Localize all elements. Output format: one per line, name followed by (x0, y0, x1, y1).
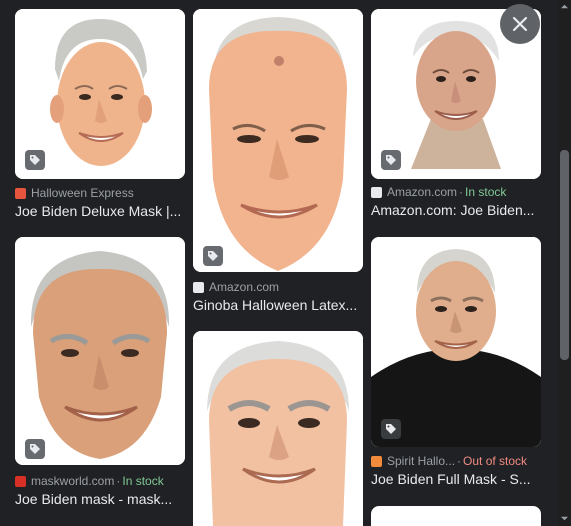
result-image-1[interactable] (15, 9, 185, 179)
stock-status: In stock (465, 185, 507, 199)
source-name: Amazon.com (209, 280, 280, 294)
separator: · (116, 474, 121, 488)
price-tag-icon (30, 444, 40, 454)
result-title-2[interactable]: Ginoba Halloween Latex... (193, 296, 363, 314)
result-source-4[interactable]: maskworld.com · In stock (15, 473, 164, 489)
separator: · (459, 185, 464, 199)
result-image-4[interactable] (15, 237, 185, 465)
result-source-6[interactable]: Spirit Hallo... · Out of stock (371, 453, 527, 469)
favicon-icon (371, 455, 382, 467)
result-image-5[interactable] (193, 331, 363, 526)
stock-status: Out of stock (463, 454, 528, 468)
mask-image-4 (15, 237, 185, 465)
scrollbar-thumb[interactable] (560, 150, 569, 360)
result-source-1[interactable]: Halloween Express (15, 185, 134, 201)
result-source-3[interactable]: Amazon.com · In stock (371, 184, 506, 200)
stock-status: In stock (122, 474, 164, 488)
close-icon (512, 16, 528, 32)
scroll-up-button[interactable] (560, 2, 569, 11)
result-title-4[interactable]: Joe Biden mask - mask... (15, 490, 185, 508)
price-tag-icon (30, 155, 40, 165)
result-title-6[interactable]: Joe Biden Full Mask - S... (371, 470, 541, 488)
source-name: maskworld.com (31, 474, 115, 488)
result-title-1[interactable]: Joe Biden Deluxe Mask |... (15, 202, 185, 220)
result-source-2[interactable]: Amazon.com (193, 279, 279, 295)
scroll-down-arrow-icon (561, 516, 568, 521)
mask-image-5 (193, 331, 363, 526)
price-tag-badge-4 (25, 439, 45, 459)
result-image-2[interactable] (193, 9, 363, 272)
source-name: Halloween Express (31, 186, 134, 200)
price-tag-icon (386, 424, 396, 434)
result-image-7-partial[interactable] (371, 506, 541, 526)
source-name: Amazon.com (387, 185, 458, 199)
favicon-icon (15, 187, 26, 199)
favicon-icon (371, 186, 382, 198)
source-name: Spirit Hallo... (387, 454, 456, 468)
scroll-down-button[interactable] (560, 514, 569, 523)
favicon-icon (15, 475, 26, 487)
image-results-page: Halloween Express Joe Biden Deluxe Mask … (0, 0, 571, 526)
price-tag-icon (208, 251, 218, 261)
mask-image-2 (193, 9, 363, 272)
price-tag-badge-2 (203, 246, 223, 266)
close-button[interactable] (500, 4, 540, 44)
price-tag-badge-3 (381, 150, 401, 170)
price-tag-badge-1 (25, 150, 45, 170)
price-tag-icon (386, 155, 396, 165)
favicon-icon (193, 281, 204, 293)
result-image-6[interactable] (371, 237, 541, 447)
result-title-3[interactable]: Amazon.com: Joe Biden... (371, 201, 541, 219)
scroll-up-arrow-icon (561, 4, 568, 9)
mask-image-6 (371, 237, 541, 447)
price-tag-badge-6 (381, 419, 401, 439)
separator: · (457, 454, 462, 468)
